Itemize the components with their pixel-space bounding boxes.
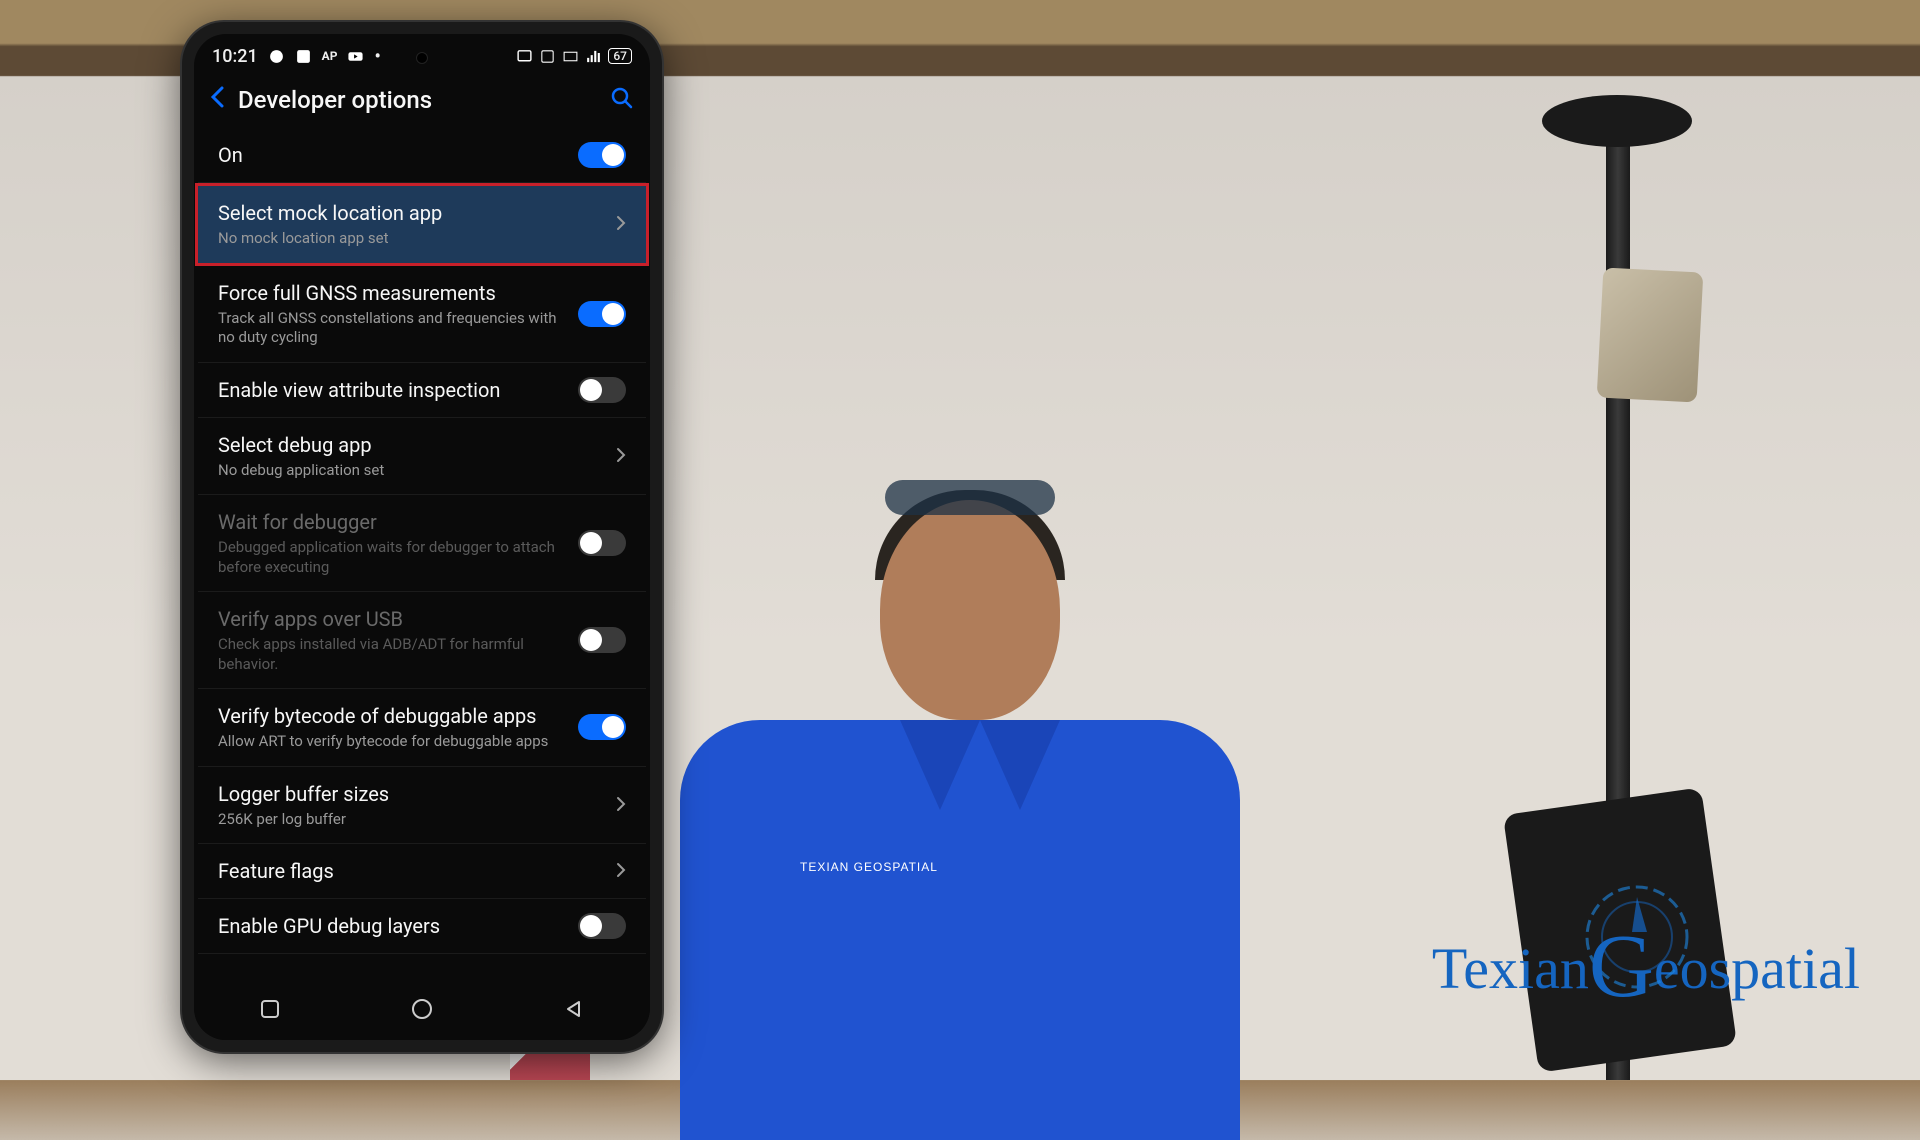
nav-back-button[interactable] [564,999,584,1025]
setting-item-wait-for-debugger: Wait for debugger Debugged application wa… [198,495,646,592]
setting-subtitle: Check apps installed via ADB/ADT for har… [218,635,566,674]
signal-icon [585,48,602,65]
setting-item-feature-flags[interactable]: Feature flags [198,844,646,899]
setting-text: Verify apps over USB Check apps installed… [218,606,566,674]
setting-title: Select mock location app [218,200,604,226]
setting-title: Wait for debugger [218,509,566,535]
setting-text: Wait for debugger Debugged application wa… [218,509,566,577]
setting-title: Verify apps over USB [218,606,566,632]
youtube-icon [347,48,364,65]
setting-item-select-mock-location-app[interactable]: Select mock location app No mock location… [195,183,649,266]
toggle-switch[interactable] [578,301,626,327]
setting-item-verify-bytecode-of-debuggable-apps[interactable]: Verify bytecode of debuggable apps Allow … [198,689,646,767]
search-button[interactable] [610,86,634,114]
settings-header: Developer options [194,74,650,128]
presenter-person: TEXIAN GEOSPATIAL [680,480,1240,1080]
setting-item-verify-apps-over-usb: Verify apps over USB Check apps installed… [198,592,646,689]
back-button[interactable] [210,86,224,114]
square-icon [260,999,280,1019]
navigation-bar [194,984,650,1040]
toggle-switch[interactable] [578,913,626,939]
chevron-left-icon [210,86,224,108]
setting-text: Verify bytecode of debuggable apps Allow … [218,703,566,752]
setting-item-select-debug-app[interactable]: Select debug app No debug application set [198,418,646,496]
settings-list[interactable]: On Select mock location app No mock locati… [194,128,650,994]
toggle-switch[interactable] [578,377,626,403]
more-notifications-icon: • [374,46,380,67]
gnss-antenna [1542,95,1692,147]
video-background: TEXIAN GEOSPATIAL Texian G eospatial 10:… [0,0,1920,1080]
ap-icon: AP [322,49,338,63]
setting-text: Enable view attribute inspection [218,377,566,403]
cast-icon [516,48,533,65]
setting-text: Enable GPU debug layers [218,913,566,939]
toggle-switch [578,530,626,556]
chevron-right-icon [616,212,626,236]
status-time: 10:21 [212,46,258,67]
setting-text: Select debug app No debug application set [218,432,604,481]
setting-title: Enable view attribute inspection [218,377,566,403]
gnss-receiver [1597,267,1704,402]
setting-subtitle: Debugged application waits for debugger … [218,538,566,577]
setting-title: Logger buffer sizes [218,781,604,807]
chevron-right-icon [616,793,626,817]
setting-text: On [218,142,566,168]
setting-subtitle: No debug application set [218,461,604,481]
search-icon [610,86,634,110]
setting-subtitle: No mock location app set [218,229,604,249]
setting-subtitle: Track all GNSS constellations and freque… [218,309,566,348]
setting-text: Select mock location app No mock location… [218,200,604,249]
logo-big-g: G [1589,915,1654,1018]
setting-title: Force full GNSS measurements [218,280,566,306]
chevron-right-icon [616,859,626,883]
facebook-icon [295,48,312,65]
battery-icon: 67 [608,48,632,64]
setting-title: Feature flags [218,858,604,884]
phone-mockup: 10:21 AP • 67 [182,22,662,1052]
toggle-switch [578,627,626,653]
setting-item-force-full-gnss-measurements[interactable]: Force full GNSS measurements Track all GN… [198,266,646,363]
setting-title: Verify bytecode of debuggable apps [218,703,566,729]
brand-logo: Texian G eospatial [1432,907,1860,1010]
triangle-left-icon [564,999,584,1019]
chevron-right-icon [616,444,626,468]
camera-notch-icon [416,52,428,64]
setting-subtitle: Allow ART to verify bytecode for debugga… [218,732,566,752]
nfc-icon [539,48,556,65]
setting-subtitle: 256K per log buffer [218,810,604,830]
setting-text: Force full GNSS measurements Track all GN… [218,280,566,348]
setting-text: Logger buffer sizes 256K per log buffer [218,781,604,830]
setting-item-enable-gpu-debug-layers[interactable]: Enable GPU debug layers [198,899,646,954]
toggle-switch[interactable] [578,142,626,168]
setting-item-enable-view-attribute-inspection[interactable]: Enable view attribute inspection [198,363,646,418]
phone-screen: 10:21 AP • 67 [194,34,650,1040]
toggle-switch[interactable] [578,714,626,740]
setting-item-on[interactable]: On [198,128,646,183]
logo-text-texian: Texian [1432,935,1589,1002]
nav-recents-button[interactable] [260,999,280,1025]
circle-icon [411,998,433,1020]
setting-title: Enable GPU debug layers [218,913,566,939]
nav-home-button[interactable] [411,998,433,1026]
setting-title: On [218,142,566,168]
page-title: Developer options [238,86,596,114]
setting-title: Select debug app [218,432,604,458]
volte-icon [562,48,579,65]
app1-icon [268,48,285,65]
setting-text: Feature flags [218,858,604,884]
setting-item-logger-buffer-sizes[interactable]: Logger buffer sizes 256K per log buffer [198,767,646,845]
shirt-logo-text: TEXIAN GEOSPATIAL [800,860,938,874]
